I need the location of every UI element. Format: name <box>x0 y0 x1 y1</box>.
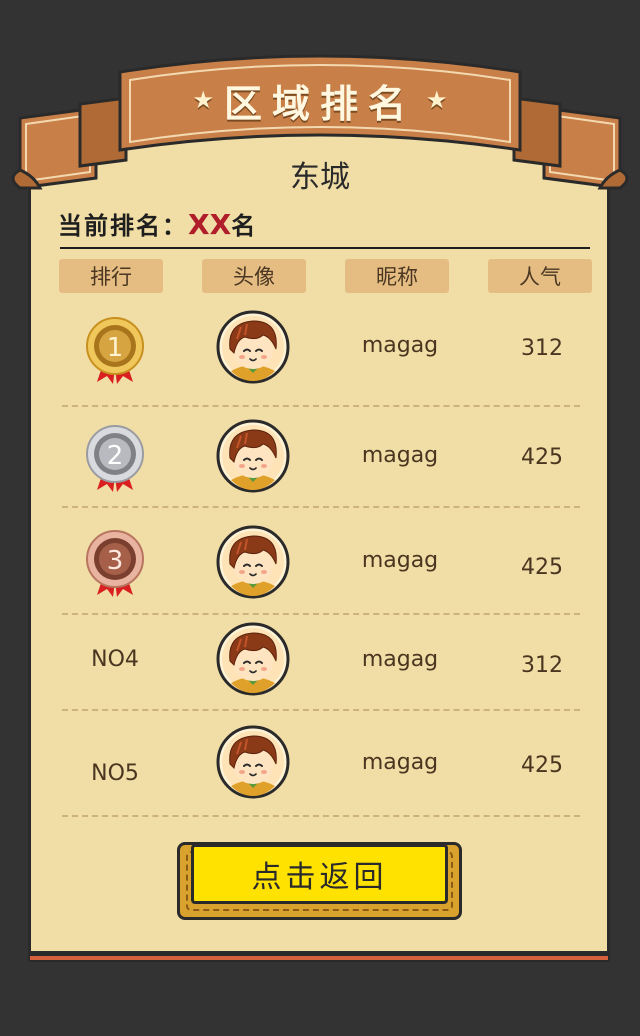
back-button[interactable]: 点击返回 <box>191 844 448 904</box>
medal-rank: 1 <box>107 333 124 363</box>
row-divider <box>62 815 580 817</box>
avatar <box>216 622 290 696</box>
nickname: magag <box>361 443 439 468</box>
current-rank-suffix: 名 <box>231 212 258 240</box>
column-header-popularity: 人气 <box>488 259 592 293</box>
column-header-nickname: 昵称 <box>345 259 449 293</box>
star-icon: ★ <box>426 86 448 114</box>
page-title: ★ 区域排名 ★ <box>120 70 520 130</box>
rank-label: NO5 <box>91 761 139 786</box>
gold-medal-icon: 1 <box>86 317 144 384</box>
row-divider <box>62 405 580 407</box>
row-divider <box>62 709 580 711</box>
page-title-text: 区域排名 <box>223 81 416 126</box>
current-rank-label: 当前排名： <box>58 212 188 240</box>
popularity: 425 <box>521 445 563 470</box>
popularity: 425 <box>521 555 563 580</box>
rank-label: NO4 <box>91 647 139 672</box>
medal-rank: 3 <box>107 546 124 576</box>
nickname: magag <box>361 647 439 672</box>
nickname: magag <box>361 548 439 573</box>
medal-rank: 2 <box>107 441 124 471</box>
avatar <box>216 310 290 384</box>
bronze-medal-icon: 3 <box>86 530 144 597</box>
nickname: magag <box>361 333 439 358</box>
avatar <box>216 725 290 799</box>
current-rank: 当前排名：XX名 <box>58 206 257 241</box>
row-divider <box>62 613 580 615</box>
popularity: 312 <box>521 336 563 361</box>
ranking-screen: ★ 区域排名 ★ 东城 当前排名：XX名 排行 头像 昵称 人气 1 magag… <box>0 0 640 1036</box>
current-rank-value: XX <box>188 208 232 241</box>
star-icon: ★ <box>192 86 214 114</box>
avatar <box>216 525 290 599</box>
column-header-rank: 排行 <box>59 259 163 293</box>
silver-medal-icon: 2 <box>86 425 144 492</box>
panel-bottom-strip <box>28 954 610 962</box>
header-divider <box>60 247 590 249</box>
row-divider <box>62 506 580 508</box>
avatar <box>216 419 290 493</box>
popularity: 425 <box>521 753 563 778</box>
popularity: 312 <box>521 653 563 678</box>
nickname: magag <box>361 750 439 775</box>
region-name: 东城 <box>290 160 350 195</box>
column-header-avatar: 头像 <box>202 259 306 293</box>
